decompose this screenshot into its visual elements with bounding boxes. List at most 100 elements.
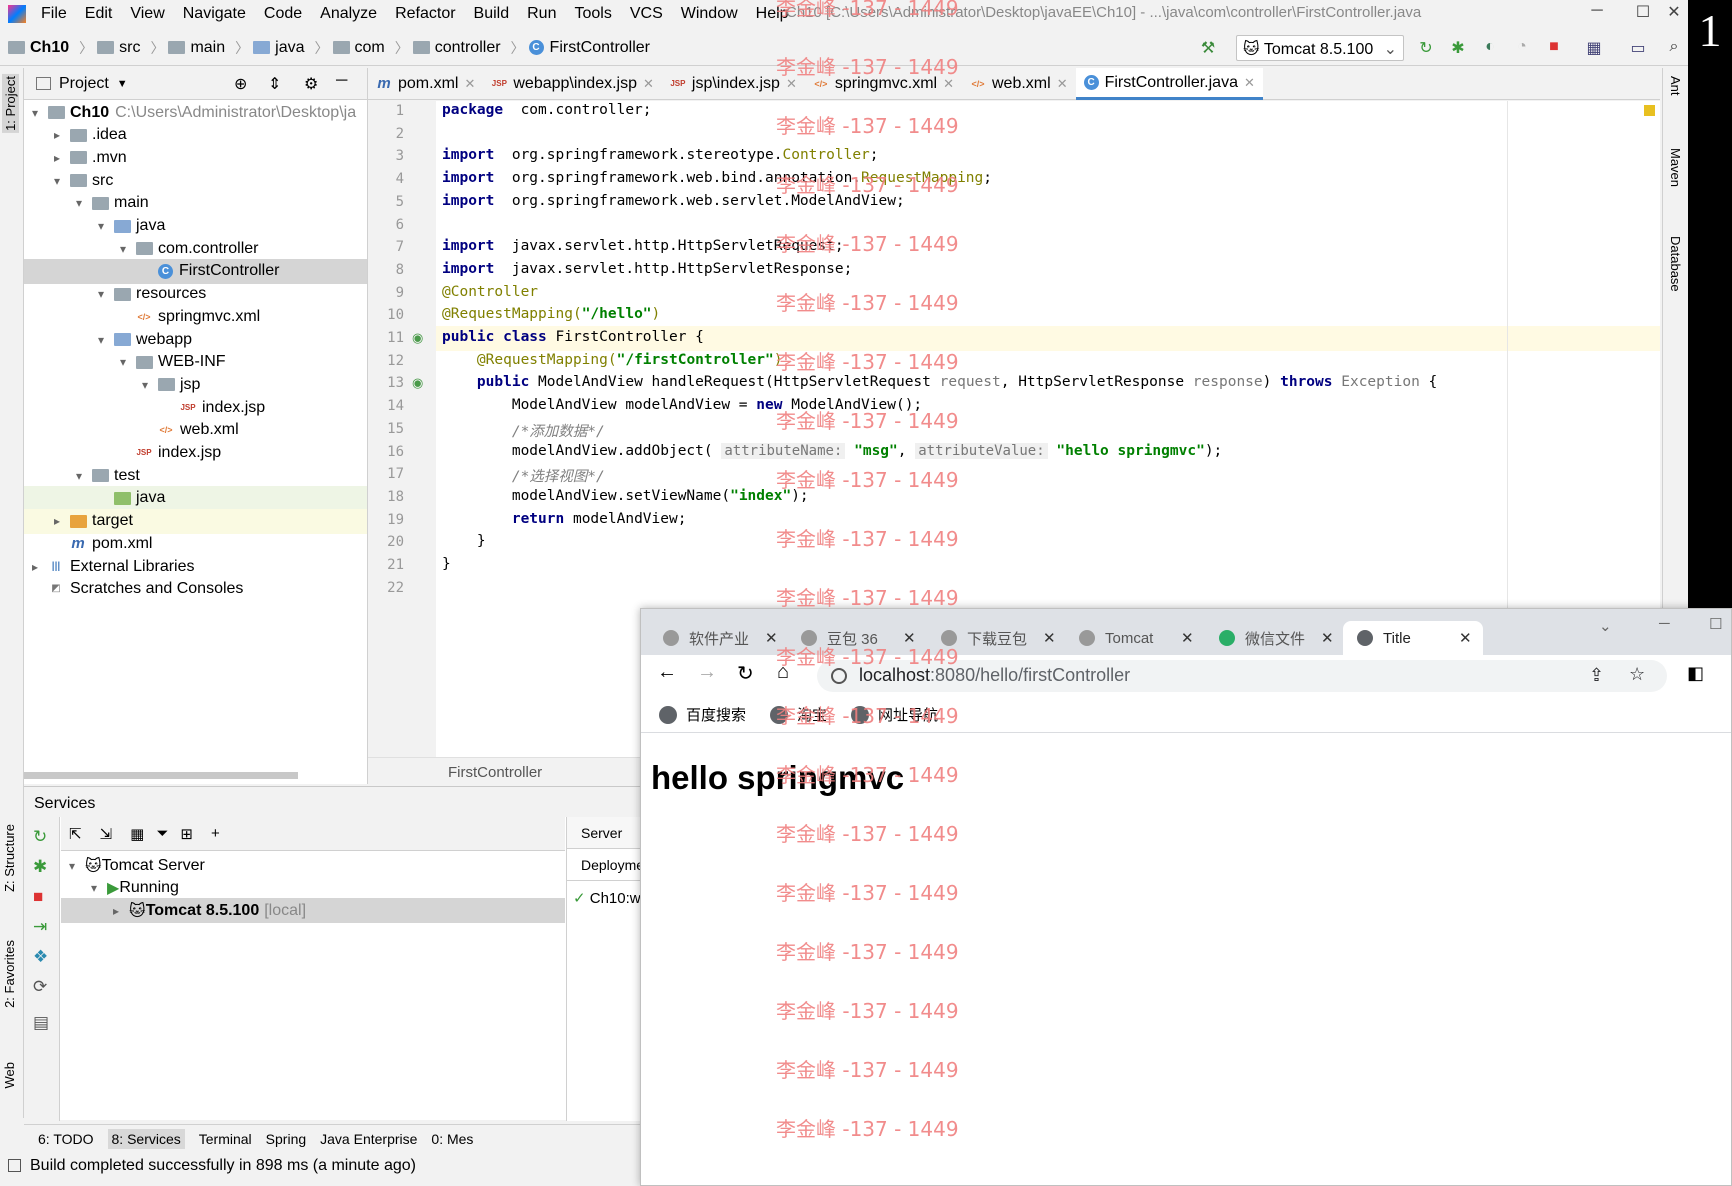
editor-tab[interactable]: </> web.xml ✕ (962, 68, 1076, 100)
breadcrumb-item[interactable]: C FirstController (528, 39, 650, 57)
deploy-icon[interactable]: ⇥ (33, 917, 47, 937)
bottom-tool-tab[interactable]: 8: Services (107, 1128, 185, 1149)
menu-vcs[interactable]: VCS (630, 5, 663, 23)
editor-tab[interactable]: C FirstController.java ✕ (1075, 68, 1263, 100)
back-icon[interactable]: ← (657, 661, 677, 684)
share-icon[interactable]: ⇪ (1589, 665, 1604, 686)
browser-tab[interactable]: 微信文件 ✕ (1205, 621, 1343, 655)
browser-tab[interactable]: Tomcat ✕ (1065, 621, 1205, 655)
stop-icon[interactable]: ■ (1544, 38, 1564, 58)
tree-item[interactable]: ▾ webapp (24, 327, 367, 352)
menu-view[interactable]: View (130, 5, 164, 23)
close-icon[interactable]: ✕ (1181, 629, 1194, 647)
chevron-down-icon[interactable]: ▾ (50, 174, 64, 188)
chevron-right-icon[interactable]: ▸ (50, 128, 64, 142)
tree-item[interactable]: ▾ WEB-INF (24, 350, 367, 375)
minimize-button[interactable]: ─ (1574, 2, 1620, 26)
close-icon[interactable]: ✕ (464, 76, 475, 92)
tree-item[interactable]: ▾ test (24, 463, 367, 488)
group-by-icon[interactable]: ▦ (130, 825, 144, 843)
tab-server[interactable]: Server (567, 817, 640, 849)
menu-file[interactable]: File (41, 5, 67, 23)
rerun-icon[interactable]: ↻ (1416, 38, 1436, 58)
tab-deployment[interactable]: Deployment (567, 849, 656, 881)
tree-item[interactable]: ▸ ||| External Libraries (24, 554, 367, 579)
chevron-down-icon[interactable]: ▾ (28, 106, 42, 120)
tree-item[interactable]: ▾ com.controller (24, 236, 367, 261)
breadcrumb-item[interactable]: com (332, 39, 385, 57)
tree-item[interactable]: ▾ java (24, 214, 367, 239)
tab-favorites[interactable]: 2: Favorites (2, 940, 17, 1008)
menu-tools[interactable]: Tools (574, 5, 611, 23)
tree-item[interactable]: JSP index.jsp (24, 441, 367, 466)
add-service-icon[interactable]: + (211, 825, 220, 842)
chevron-down-icon[interactable]: ▾ (94, 333, 108, 347)
tab-web[interactable]: Web (2, 1062, 17, 1089)
collapse-all-icon[interactable]: ⇕ (268, 74, 281, 94)
tree-item[interactable]: C FirstController (24, 258, 367, 284)
tab-project[interactable]: 1: Project (2, 74, 19, 133)
close-icon[interactable]: ✕ (1321, 629, 1334, 647)
menu-run[interactable]: Run (527, 5, 556, 23)
breadcrumb-item[interactable]: main (168, 39, 225, 57)
layout-icon[interactable]: ▤ (33, 1013, 49, 1033)
close-icon[interactable]: ✕ (1057, 76, 1068, 92)
menu-build[interactable]: Build (474, 5, 510, 23)
stop-icon[interactable]: ■ (33, 887, 43, 907)
spring-bean-icon[interactable]: ◉ (412, 375, 423, 391)
chevron-right-icon[interactable]: ▸ (50, 151, 64, 165)
reload-icon[interactable]: ↻ (737, 661, 754, 686)
bottom-tool-tab[interactable]: Spring (266, 1131, 306, 1147)
bookmark-item[interactable]: 百度搜索 (659, 704, 746, 725)
menu-window[interactable]: Window (681, 5, 738, 23)
tree-item[interactable]: java (24, 485, 367, 511)
tree-item[interactable]: </> springmvc.xml (24, 304, 367, 329)
tree-item[interactable]: JSP index.jsp (24, 395, 367, 420)
tab-maven[interactable]: Maven (1668, 148, 1683, 187)
close-button[interactable]: ✕ (1660, 2, 1688, 26)
services-tree-item[interactable]: ▾ 🐱 Tomcat Server (61, 853, 565, 878)
rerun-icon[interactable]: ↻ (33, 827, 47, 847)
tree-item[interactable]: ▸ .idea (24, 123, 367, 148)
bottom-tool-tab[interactable]: Java Enterprise (320, 1131, 417, 1147)
tree-item[interactable]: ▸ .mvn (24, 145, 367, 170)
breadcrumb-item[interactable]: Ch10 (8, 39, 69, 57)
breadcrumb-item[interactable]: src (97, 39, 140, 57)
tab-ant[interactable]: Ant (1668, 76, 1683, 96)
close-icon[interactable]: ✕ (1244, 75, 1255, 91)
minimize-button[interactable]: ─ (1659, 615, 1670, 632)
maximize-button[interactable]: ☐ (1709, 615, 1722, 633)
chevron-right-icon[interactable]: ▸ (28, 560, 42, 574)
menu-code[interactable]: Code (264, 5, 302, 23)
sidebar-icon[interactable]: ◧ (1687, 663, 1704, 684)
tree-item[interactable]: ▾ src (24, 168, 367, 193)
search-icon[interactable]: ⌕ (1664, 38, 1684, 58)
breadcrumb-item[interactable]: controller (412, 39, 501, 57)
project-structure-icon[interactable]: ▦ (1584, 38, 1604, 58)
horizontal-scrollbar[interactable] (24, 772, 298, 779)
new-tab-icon[interactable]: ⊞ (180, 825, 193, 843)
filter-icon[interactable]: ⏷ (156, 825, 168, 842)
tree-item[interactable]: ▾ Ch10 C:\Users\Administrator\Desktop\ja (24, 100, 367, 125)
close-icon[interactable]: ✕ (1459, 629, 1472, 647)
hide-panel-icon[interactable]: ─ (336, 72, 347, 90)
spring-bean-icon[interactable]: ◉ (412, 330, 423, 346)
chevron-down-icon[interactable]: ▾ (72, 469, 86, 483)
gear-icon[interactable]: ⚙ (304, 74, 318, 94)
close-icon[interactable]: ✕ (1043, 629, 1056, 647)
tree-item[interactable]: ▾ main (24, 191, 367, 216)
tree-item[interactable]: ◩ Scratches and Consoles (24, 577, 367, 602)
collapse-all-icon[interactable]: ⇲ (100, 825, 113, 843)
chevron-right-icon[interactable]: ▸ (109, 904, 123, 918)
project-view-select[interactable]: Project (59, 75, 109, 93)
services-tree-item[interactable]: ▸ 🐱 Tomcat 8.5.100 [local] (61, 898, 565, 924)
chevron-down-icon[interactable]: ▾ (116, 242, 130, 256)
chevron-down-icon[interactable]: ▾ (65, 859, 79, 873)
tree-item[interactable]: ▸ target (24, 508, 367, 534)
artifact-icon[interactable]: ❖ (33, 947, 48, 967)
refresh-icon[interactable]: ⟳ (33, 977, 47, 997)
tree-item[interactable]: ▾ jsp (24, 372, 367, 397)
expand-all-icon[interactable]: ⇱ (69, 825, 82, 843)
tree-item[interactable]: </> web.xml (24, 418, 367, 443)
tree-item[interactable]: m pom.xml (24, 531, 367, 556)
